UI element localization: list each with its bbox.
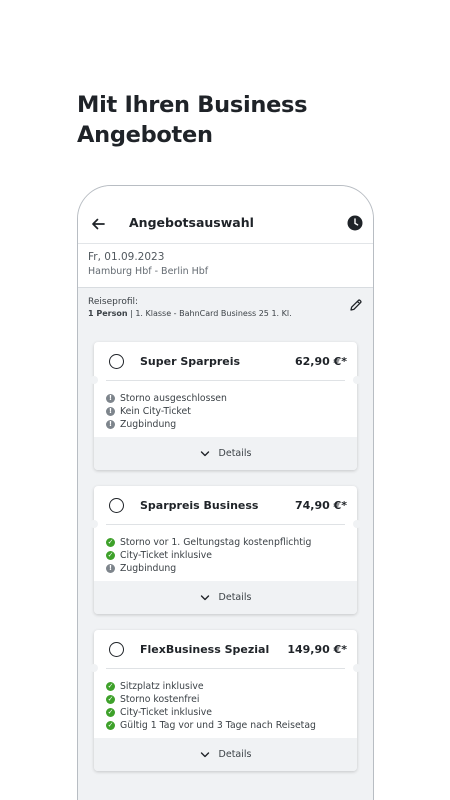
offer-name: Super Sparpreis bbox=[140, 355, 241, 368]
feature-item: ✓ Gültig 1 Tag vor und 3 Tage nach Reiset… bbox=[106, 719, 345, 732]
check-circle-icon: ✓ bbox=[106, 682, 115, 691]
feature-list: ✓ Sitzplatz inklusive ✓ Storno kostenfrei … bbox=[94, 670, 357, 738]
offer-name: FlexBusiness Spezial bbox=[140, 643, 270, 656]
offer-header[interactable]: Super Sparpreis 62,90 €* bbox=[90, 342, 361, 384]
profile-persons: 1 Person bbox=[88, 309, 128, 318]
headline: Mit Ihren Business Angeboten bbox=[77, 90, 308, 150]
check-circle-icon: ✓ bbox=[106, 721, 115, 730]
arrow-left-icon[interactable] bbox=[90, 216, 106, 232]
feature-list: ✓ Storno vor 1. Geltungstag kostenpflicht… bbox=[94, 526, 357, 581]
chevron-down-icon bbox=[200, 450, 209, 456]
radio-button[interactable] bbox=[109, 354, 124, 369]
feature-item: ✓ Storno vor 1. Geltungstag kostenpflicht… bbox=[106, 536, 345, 549]
check-circle-icon: ✓ bbox=[106, 538, 115, 547]
profile-value: 1 Person | 1. Klasse - BahnCard Business… bbox=[88, 309, 365, 318]
feature-text: Gültig 1 Tag vor und 3 Tage nach Reiseta… bbox=[120, 720, 316, 731]
offer-header[interactable]: FlexBusiness Spezial 149,90 €* bbox=[90, 630, 361, 672]
feature-text: Zugbindung bbox=[120, 563, 177, 574]
info-circle-icon: ! bbox=[106, 394, 115, 403]
journey-route: Hamburg Hbf - Berlin Hbf bbox=[88, 266, 209, 277]
feature-item: ! Zugbindung bbox=[106, 418, 345, 431]
details-label: Details bbox=[218, 749, 252, 760]
details-button[interactable]: Details bbox=[94, 581, 357, 614]
headline-line-2: Angeboten bbox=[77, 122, 213, 148]
offer-card-super-sparpreis[interactable]: Super Sparpreis 62,90 €* ! Storno ausgesc… bbox=[90, 342, 361, 470]
clock-icon[interactable] bbox=[347, 215, 363, 231]
details-button[interactable]: Details bbox=[94, 738, 357, 771]
feature-text: Storno ausgeschlossen bbox=[120, 393, 227, 404]
feature-item: ✓ City-Ticket inklusive bbox=[106, 549, 345, 562]
ticket-notch bbox=[90, 664, 98, 672]
chevron-down-icon bbox=[200, 751, 209, 757]
profile-details: | 1. Klasse - BahnCard Business 25 1. Kl… bbox=[127, 309, 292, 318]
ticket-notch bbox=[353, 520, 361, 528]
details-button[interactable]: Details bbox=[94, 437, 357, 470]
details-label: Details bbox=[218, 448, 252, 459]
offer-price: 149,90 €* bbox=[287, 643, 347, 656]
radio-button[interactable] bbox=[109, 642, 124, 657]
divider bbox=[106, 668, 345, 669]
ticket-notch bbox=[90, 376, 98, 384]
phone-frame: Angebotsauswahl Fr, 01.09.2023 Hamburg H… bbox=[77, 185, 374, 800]
ticket-notch bbox=[353, 664, 361, 672]
check-circle-icon: ✓ bbox=[106, 695, 115, 704]
offer-price: 74,90 €* bbox=[294, 499, 347, 512]
feature-item: ✓ Sitzplatz inklusive bbox=[106, 680, 345, 693]
details-label: Details bbox=[218, 592, 252, 603]
feature-text: Zugbindung bbox=[120, 419, 177, 430]
feature-text: Kein City-Ticket bbox=[120, 406, 191, 417]
offer-card-sparpreis-business[interactable]: Sparpreis Business 74,90 €* ✓ Storno vor … bbox=[90, 486, 361, 614]
radio-button[interactable] bbox=[109, 498, 124, 513]
feature-item: ✓ City-Ticket inklusive bbox=[106, 706, 345, 719]
feature-item: ! Zugbindung bbox=[106, 562, 345, 575]
check-circle-icon: ✓ bbox=[106, 551, 115, 560]
feature-text: Storno vor 1. Geltungstag kostenpflichti… bbox=[120, 537, 312, 548]
offer-name: Sparpreis Business bbox=[140, 499, 259, 512]
pencil-icon[interactable] bbox=[349, 298, 363, 312]
feature-list: ! Storno ausgeschlossen ! Kein City-Ticket… bbox=[94, 382, 357, 437]
profile-label: Reiseprofil: bbox=[88, 297, 139, 307]
feature-item: ! Storno ausgeschlossen bbox=[106, 392, 345, 405]
divider bbox=[106, 524, 345, 525]
ticket-notch bbox=[90, 520, 98, 528]
headline-line-1: Mit Ihren Business bbox=[77, 92, 308, 118]
chevron-down-icon bbox=[200, 594, 209, 600]
check-circle-icon: ✓ bbox=[106, 708, 115, 717]
info-circle-icon: ! bbox=[106, 420, 115, 429]
offer-header[interactable]: Sparpreis Business 74,90 €* bbox=[90, 486, 361, 528]
page-title: Angebotsauswahl bbox=[129, 215, 254, 230]
feature-item: ✓ Storno kostenfrei bbox=[106, 693, 345, 706]
offer-price: 62,90 €* bbox=[294, 355, 347, 368]
info-circle-icon: ! bbox=[106, 564, 115, 573]
feature-text: Storno kostenfrei bbox=[120, 694, 200, 705]
feature-text: City-Ticket inklusive bbox=[120, 550, 213, 561]
journey-date: Fr, 01.09.2023 bbox=[88, 251, 165, 263]
travel-profile: Reiseprofil: 1 Person | 1. Klasse - Bahn… bbox=[88, 297, 365, 318]
ticket-notch bbox=[353, 376, 361, 384]
journey-summary: Fr, 01.09.2023 Hamburg Hbf - Berlin Hbf bbox=[78, 244, 373, 288]
feature-text: Sitzplatz inklusive bbox=[120, 681, 204, 692]
app-bar: Angebotsauswahl bbox=[78, 186, 373, 244]
feature-item: ! Kein City-Ticket bbox=[106, 405, 345, 418]
divider bbox=[106, 380, 345, 381]
feature-text: City-Ticket inklusive bbox=[120, 707, 213, 718]
offer-card-flexbusiness-spezial[interactable]: FlexBusiness Spezial 149,90 €* ✓ Sitzplat… bbox=[90, 630, 361, 771]
info-circle-icon: ! bbox=[106, 407, 115, 416]
